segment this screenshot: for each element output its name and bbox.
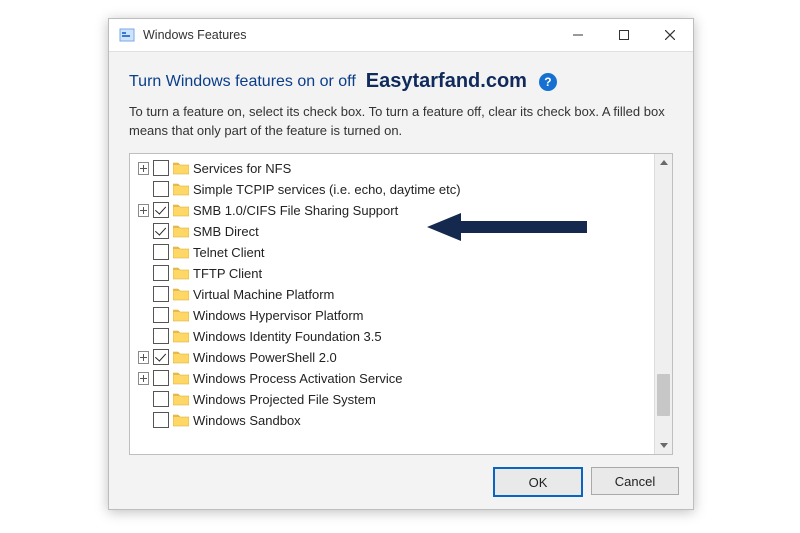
folder-icon [173,224,189,238]
feature-label: Virtual Machine Platform [193,287,334,302]
chevron-down-icon [660,443,668,448]
feature-row[interactable]: SMB Direct [136,221,655,242]
titlebar: Windows Features [109,19,693,52]
features-tree: Services for NFS Simple TCPIP services (i… [129,153,673,455]
description-text: To turn a feature on, select its check b… [129,103,673,141]
folder-icon [173,371,189,385]
feature-checkbox[interactable] [153,370,169,386]
features-tree-viewport[interactable]: Services for NFS Simple TCPIP services (i… [130,154,655,454]
window-title: Windows Features [143,28,247,42]
feature-label: Windows PowerShell 2.0 [193,350,337,365]
expand-slot [138,289,149,300]
feature-checkbox[interactable] [153,265,169,281]
feature-checkbox[interactable] [153,160,169,176]
maximize-button[interactable] [601,19,647,51]
feature-label: Services for NFS [193,161,291,176]
app-icon [119,27,135,43]
windows-features-dialog: Windows Features Turn Windows features o… [108,18,694,510]
feature-row[interactable]: Windows Hypervisor Platform [136,305,655,326]
feature-label: Simple TCPIP services (i.e. echo, daytim… [193,182,461,197]
feature-row[interactable]: Services for NFS [136,158,655,179]
scroll-thumb[interactable] [657,374,670,416]
expand-slot[interactable] [138,205,149,216]
folder-icon [173,392,189,406]
feature-row[interactable]: SMB 1.0/CIFS File Sharing Support [136,200,655,221]
feature-checkbox[interactable] [153,391,169,407]
expand-slot[interactable] [138,352,149,363]
feature-label: Telnet Client [193,245,265,260]
folder-icon [173,308,189,322]
feature-label: SMB 1.0/CIFS File Sharing Support [193,203,398,218]
expand-slot[interactable] [138,163,149,174]
vertical-scrollbar[interactable] [654,154,672,454]
scroll-down-button[interactable] [655,437,672,454]
expand-slot[interactable] [138,373,149,384]
folder-icon [173,350,189,364]
content-area: Turn Windows features on or off Easytarf… [109,52,693,455]
folder-icon [173,287,189,301]
feature-checkbox[interactable] [153,244,169,260]
expand-slot [138,415,149,426]
cancel-button[interactable]: Cancel [591,467,679,495]
folder-icon [173,413,189,427]
page-heading: Turn Windows features on or off [129,73,356,91]
feature-checkbox[interactable] [153,286,169,302]
folder-icon [173,161,189,175]
feature-checkbox[interactable] [153,223,169,239]
feature-label: Windows Sandbox [193,413,301,428]
folder-icon [173,182,189,196]
close-icon [665,30,675,40]
feature-checkbox[interactable] [153,328,169,344]
feature-checkbox[interactable] [153,307,169,323]
help-icon[interactable]: ? [539,73,557,91]
folder-icon [173,329,189,343]
feature-row[interactable]: Virtual Machine Platform [136,284,655,305]
minimize-button[interactable] [555,19,601,51]
expand-button[interactable] [138,204,149,217]
feature-checkbox[interactable] [153,412,169,428]
expand-slot [138,247,149,258]
feature-label: Windows Hypervisor Platform [193,308,364,323]
feature-row[interactable]: Windows Sandbox [136,410,655,431]
feature-row[interactable]: Windows Identity Foundation 3.5 [136,326,655,347]
minimize-icon [573,30,583,40]
feature-row[interactable]: Windows PowerShell 2.0 [136,347,655,368]
expand-slot [138,310,149,321]
ok-button[interactable]: OK [493,467,583,497]
feature-row[interactable]: Windows Projected File System [136,389,655,410]
feature-row[interactable]: Windows Process Activation Service [136,368,655,389]
brand-watermark: Easytarfand.com [366,70,527,93]
expand-button[interactable] [138,372,149,385]
folder-icon [173,245,189,259]
close-button[interactable] [647,19,693,51]
expand-button[interactable] [138,351,149,364]
feature-row[interactable]: Simple TCPIP services (i.e. echo, daytim… [136,179,655,200]
feature-label: TFTP Client [193,266,262,281]
feature-label: Windows Projected File System [193,392,376,407]
feature-checkbox[interactable] [153,349,169,365]
expand-slot [138,394,149,405]
cancel-button-label: Cancel [615,474,655,489]
expand-slot [138,331,149,342]
feature-label: Windows Identity Foundation 3.5 [193,329,382,344]
expand-slot [138,226,149,237]
feature-row[interactable]: TFTP Client [136,263,655,284]
expand-slot [138,268,149,279]
chevron-up-icon [660,160,668,165]
ok-button-label: OK [529,475,548,490]
scroll-up-button[interactable] [655,154,672,171]
feature-checkbox[interactable] [153,202,169,218]
folder-icon [173,203,189,217]
folder-icon [173,266,189,280]
expand-slot [138,184,149,195]
feature-label: Windows Process Activation Service [193,371,403,386]
feature-row[interactable]: Telnet Client [136,242,655,263]
dialog-footer: OK Cancel [493,467,679,497]
expand-button[interactable] [138,162,149,175]
feature-label: SMB Direct [193,224,259,239]
feature-checkbox[interactable] [153,181,169,197]
maximize-icon [619,30,629,40]
